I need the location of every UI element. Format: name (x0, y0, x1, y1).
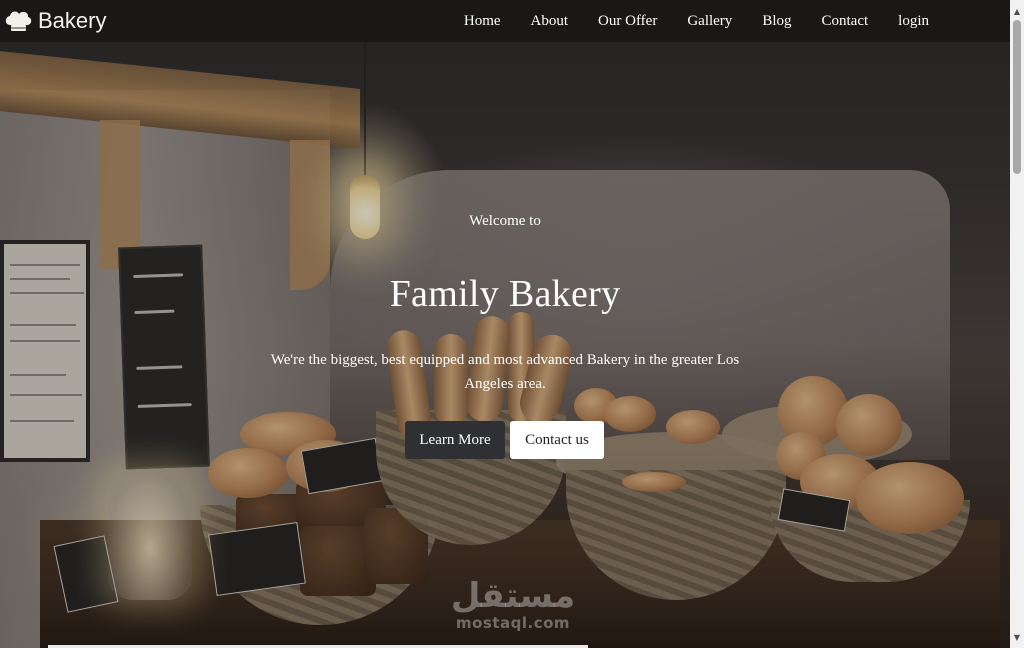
watermark-latin-text: mostaql.com (455, 614, 571, 632)
hero-section: Welcome to Family Bakery We're the bigge… (0, 42, 1010, 648)
hero-welcome-text: Welcome to (469, 213, 541, 229)
contact-us-button[interactable]: Contact us (510, 421, 604, 459)
learn-more-button[interactable]: Learn More (405, 421, 505, 459)
brand-link[interactable]: Bakery (0, 0, 106, 42)
nav-item-blog: Blog (762, 12, 791, 30)
nav-link-login[interactable]: login (898, 13, 929, 29)
hero-button-group: Learn More Contact us (405, 421, 604, 459)
navbar: Bakery Home About Our Offer Gallery Blog… (0, 0, 1010, 42)
chef-hat-icon (5, 11, 32, 31)
browser-viewport: Bakery Home About Our Offer Gallery Blog… (0, 0, 1024, 648)
nav-link-gallery[interactable]: Gallery (687, 13, 732, 29)
nav-item-login: login (898, 12, 929, 30)
nav-link-our-offer[interactable]: Our Offer (598, 13, 657, 29)
scrollbar-thumb[interactable] (1013, 20, 1021, 174)
nav-item-home: Home (464, 12, 501, 30)
nav-item-gallery: Gallery (687, 12, 732, 30)
vertical-scrollbar[interactable]: ▲ ▼ (1010, 0, 1024, 648)
nav-item-contact: Contact (822, 12, 869, 30)
nav-link-blog[interactable]: Blog (762, 13, 791, 29)
watermark: مستقل mostaql.com (446, 578, 580, 632)
scroll-up-arrow-icon[interactable]: ▲ (1010, 4, 1024, 18)
brand-name: Bakery (38, 8, 107, 33)
scroll-down-arrow-icon[interactable]: ▼ (1010, 630, 1024, 644)
hero-title: Family Bakery (389, 273, 621, 315)
nav-item-about: About (531, 12, 569, 30)
nav-item-our-offer: Our Offer (598, 12, 657, 30)
nav-link-home[interactable]: Home (464, 13, 501, 29)
nav-menu: Home About Our Offer Gallery Blog Contac… (449, 0, 944, 42)
nav-link-about[interactable]: About (531, 13, 569, 29)
nav-link-contact[interactable]: Contact (822, 13, 869, 29)
watermark-arabic-text: مستقل (450, 576, 576, 616)
hero-description: We're the biggest, best equipped and mos… (270, 352, 740, 392)
